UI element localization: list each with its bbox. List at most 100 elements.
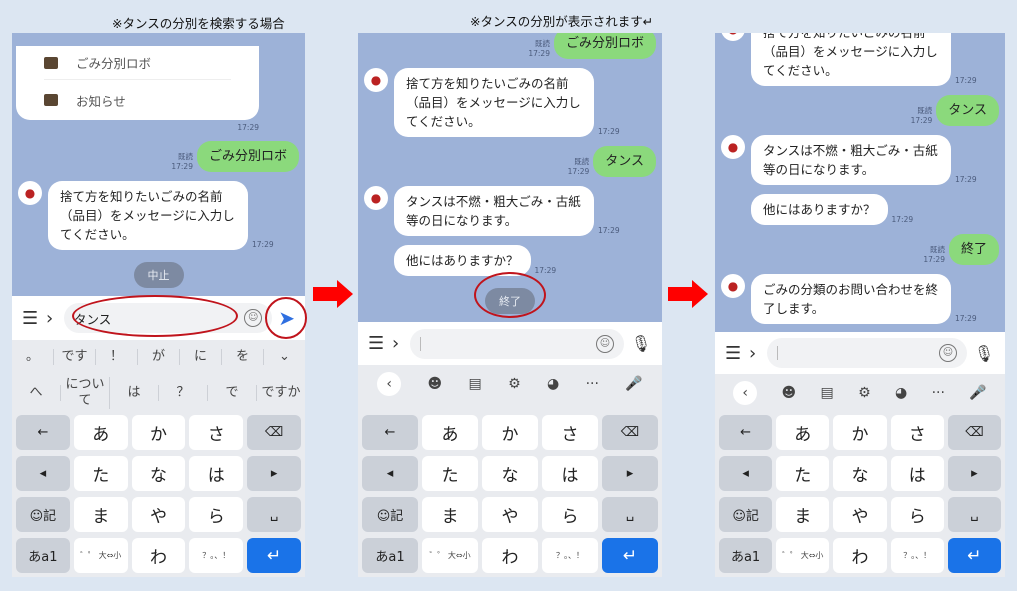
key[interactable]: ま <box>776 497 830 532</box>
backspace-icon[interactable]: ⌫ <box>247 415 301 450</box>
key[interactable]: か <box>482 415 538 450</box>
suggestion-item[interactable]: ？ <box>159 385 208 401</box>
key[interactable]: わ <box>833 538 887 573</box>
key[interactable]: あa1 <box>362 538 418 573</box>
key[interactable]: ら <box>189 497 244 532</box>
right-cursor-icon[interactable]: ▸ <box>247 456 301 491</box>
key[interactable]: あa1 <box>16 538 70 573</box>
sticker-icon[interactable]: ☻ <box>428 376 443 392</box>
key[interactable]: ゛゜ 大⇔小 <box>422 538 478 573</box>
suggestion-item[interactable]: が <box>138 349 180 365</box>
suggestion-item[interactable]: 。 <box>12 349 54 365</box>
key[interactable]: ？。、！ <box>189 538 244 573</box>
message-input[interactable] <box>410 328 624 359</box>
suggestion-item[interactable]: ⌄ <box>264 349 305 365</box>
key[interactable]: ら <box>542 497 598 532</box>
suggestion-item[interactable]: です <box>54 349 96 365</box>
undo-icon[interactable]: ← <box>362 415 418 450</box>
menu-item[interactable]: ごみ分別ロボ <box>44 46 231 80</box>
emoji-icon[interactable]: ☺ <box>939 344 957 362</box>
right-cursor-icon[interactable]: ▸ <box>947 456 1001 491</box>
key[interactable]: は <box>890 456 944 491</box>
key[interactable]: さ <box>542 415 598 450</box>
key[interactable]: わ <box>131 538 186 573</box>
stop-button[interactable]: 中止 <box>133 262 184 288</box>
clipboard-icon[interactable]: ▤ <box>469 376 482 392</box>
key[interactable]: ゛゜ 大⇔小 <box>776 538 830 573</box>
menu-icon[interactable]: ☰ <box>368 333 392 354</box>
backspace-icon[interactable]: ⌫ <box>602 415 658 450</box>
left-cursor-icon[interactable]: ◂ <box>16 456 70 491</box>
key[interactable]: な <box>833 456 887 491</box>
expand-icon[interactable]: › <box>749 343 767 364</box>
key[interactable]: た <box>776 456 830 491</box>
key[interactable]: か <box>833 415 887 450</box>
expand-icon[interactable]: › <box>392 333 410 354</box>
key[interactable]: あ <box>73 415 128 450</box>
clipboard-icon[interactable]: ▤ <box>821 385 834 401</box>
key[interactable]: あa1 <box>719 538 773 573</box>
enter-icon[interactable]: ↵ <box>602 538 658 573</box>
key[interactable]: ☺記 <box>362 497 418 532</box>
space-icon[interactable]: ␣ <box>247 497 301 532</box>
menu-icon[interactable]: ☰ <box>725 343 749 364</box>
key[interactable]: ☺記 <box>719 497 773 532</box>
left-cursor-icon[interactable]: ◂ <box>362 456 418 491</box>
left-cursor-icon[interactable]: ◂ <box>719 456 773 491</box>
right-cursor-icon[interactable]: ▸ <box>602 456 658 491</box>
undo-icon[interactable]: ← <box>16 415 70 450</box>
suggestion-item[interactable]: を <box>222 349 264 365</box>
suggestion-item[interactable]: に <box>180 349 222 365</box>
backspace-icon[interactable]: ⌫ <box>947 415 1001 450</box>
suggestion-item[interactable]: ！ <box>96 349 138 365</box>
mic-icon[interactable]: 🎙 <box>973 344 995 363</box>
mic-icon[interactable]: 🎤 <box>969 385 986 401</box>
key[interactable]: ま <box>73 497 128 532</box>
key[interactable]: さ <box>890 415 944 450</box>
key[interactable]: さ <box>189 415 244 450</box>
key[interactable]: な <box>482 456 538 491</box>
emoji-icon[interactable]: ☺ <box>596 334 614 353</box>
key[interactable]: た <box>73 456 128 491</box>
suggestion-item[interactable]: について <box>61 377 110 409</box>
sticker-icon[interactable]: ☻ <box>782 385 797 401</box>
key[interactable]: ☺記 <box>16 497 70 532</box>
gear-icon[interactable]: ⚙ <box>508 376 521 392</box>
back-icon[interactable]: ‹ <box>733 381 758 405</box>
suggestion-item[interactable]: ですか <box>257 385 305 401</box>
palette-icon[interactable]: ◕ <box>895 385 907 401</box>
space-icon[interactable]: ␣ <box>602 497 658 532</box>
space-icon[interactable]: ␣ <box>947 497 1001 532</box>
suggestion-item[interactable]: は <box>110 385 159 401</box>
enter-icon[interactable]: ↵ <box>247 538 301 573</box>
key[interactable]: や <box>833 497 887 532</box>
key[interactable]: ？。、！ <box>890 538 944 573</box>
key[interactable]: た <box>422 456 478 491</box>
key[interactable]: か <box>131 415 186 450</box>
enter-icon[interactable]: ↵ <box>947 538 1001 573</box>
key[interactable]: は <box>542 456 598 491</box>
key[interactable]: わ <box>482 538 538 573</box>
suggestion-item[interactable]: で <box>208 385 257 401</box>
key[interactable]: ？。、！ <box>542 538 598 573</box>
expand-icon[interactable]: › <box>46 308 64 329</box>
menu-item[interactable]: お知らせ <box>44 80 231 120</box>
palette-icon[interactable]: ◕ <box>547 376 559 392</box>
key[interactable]: な <box>131 456 186 491</box>
back-icon[interactable]: ‹ <box>377 372 402 396</box>
menu-icon[interactable]: ☰ <box>22 308 46 329</box>
suggestion-item[interactable]: へ <box>12 385 61 401</box>
key[interactable]: ら <box>890 497 944 532</box>
mic-icon[interactable]: 🎙 <box>630 334 652 353</box>
key[interactable]: ま <box>422 497 478 532</box>
more-icon[interactable]: ··· <box>932 385 945 401</box>
gear-icon[interactable]: ⚙ <box>858 385 871 401</box>
key[interactable]: や <box>482 497 538 532</box>
mic-icon[interactable]: 🎤 <box>625 376 642 392</box>
key[interactable]: あ <box>776 415 830 450</box>
undo-icon[interactable]: ← <box>719 415 773 450</box>
key[interactable]: ゛゜ 大⇔小 <box>73 538 128 573</box>
message-input[interactable] <box>767 338 967 368</box>
key[interactable]: は <box>189 456 244 491</box>
key[interactable]: や <box>131 497 186 532</box>
